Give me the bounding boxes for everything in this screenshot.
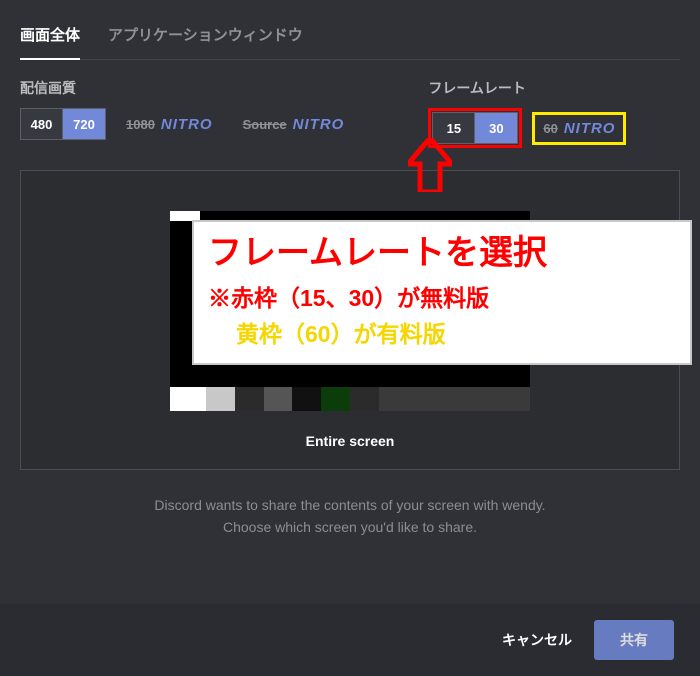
info-text: Discord wants to share the contents of y… xyxy=(20,494,680,539)
callout-line-1: フレームレートを選択 xyxy=(208,232,676,275)
quality-segment: 480 720 xyxy=(20,108,106,140)
nitro-icon: NITRO xyxy=(564,120,616,137)
info-line-2: Choose which screen you'd like to share. xyxy=(20,516,680,538)
callout-line-3: 黄枠（60）が有料版 xyxy=(208,315,676,349)
framerate-label: フレームレート xyxy=(428,78,626,98)
quality-1080-label: 1080 xyxy=(126,117,155,132)
quality-group: 配信画質 480 720 1080 NITRO Source NITRO xyxy=(20,78,354,148)
quality-720-button[interactable]: 720 xyxy=(63,109,105,139)
cancel-button[interactable]: キャンセル xyxy=(502,630,572,650)
tab-app-window[interactable]: アプリケーションウィンドウ xyxy=(108,18,303,59)
framerate-group: フレームレート 15 30 60 NITRO xyxy=(428,78,626,148)
quality-source-label: Source xyxy=(243,117,287,132)
framerate-60-nitro[interactable]: 60 NITRO xyxy=(539,118,619,139)
taskbar-decor xyxy=(170,387,530,411)
annotation-callout: フレームレートを選択 ※赤枠（15、30）が無料版 黄枠（60）が有料版 xyxy=(192,220,692,365)
nitro-icon: NITRO xyxy=(293,116,345,133)
framerate-30-button[interactable]: 30 xyxy=(475,113,517,143)
share-button[interactable]: 共有 xyxy=(594,620,674,660)
preview-label: Entire screen xyxy=(306,433,395,449)
footer: キャンセル 共有 xyxy=(0,604,700,676)
quality-source-nitro[interactable]: Source NITRO xyxy=(233,110,355,139)
quality-480-button[interactable]: 480 xyxy=(21,109,63,139)
annotation-yellow-box: 60 NITRO xyxy=(532,112,626,145)
tab-entire-screen[interactable]: 画面全体 xyxy=(20,18,80,59)
source-tabs: 画面全体 アプリケーションウィンドウ xyxy=(20,18,680,60)
quality-1080-nitro[interactable]: 1080 NITRO xyxy=(116,110,223,139)
callout-line-2: ※赤枠（15、30）が無料版 xyxy=(208,279,676,313)
annotation-arrow-icon xyxy=(408,138,452,192)
quality-label: 配信画質 xyxy=(20,78,354,98)
framerate-60-label: 60 xyxy=(543,121,557,136)
info-line-1: Discord wants to share the contents of y… xyxy=(20,494,680,516)
nitro-icon: NITRO xyxy=(161,116,213,133)
